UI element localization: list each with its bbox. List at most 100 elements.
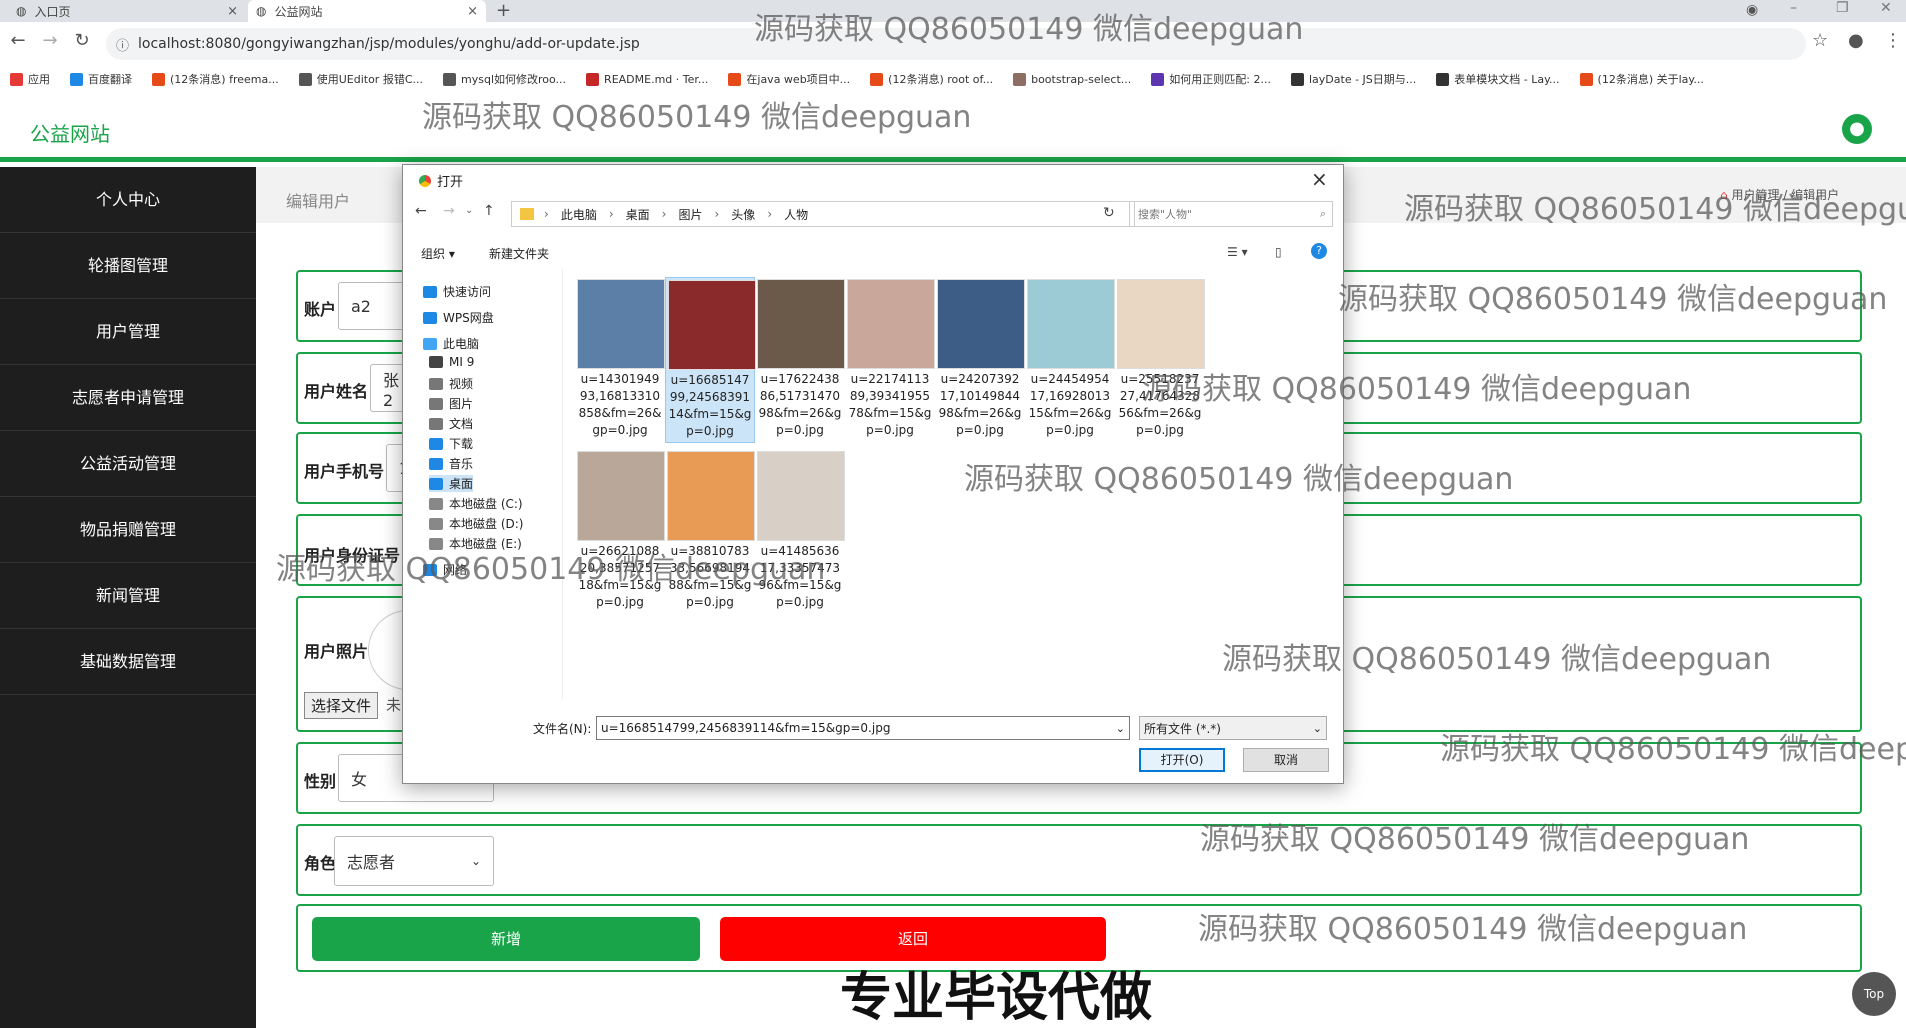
sidebar-item[interactable]: 轮播图管理 [0, 233, 256, 299]
path-breadcrumb[interactable]: › 此电脑 › 桌面 › 图片 › 头像 › 人物 [511, 201, 1135, 227]
nav-item[interactable]: 文档 [429, 415, 473, 432]
url-input[interactable]: ⓘ localhost:8080/gongyiwangzhan/jsp/modu… [106, 28, 1806, 60]
role-label: 角色 [304, 854, 337, 873]
bookmark-item[interactable]: 应用 [10, 71, 50, 87]
back-to-top-button[interactable]: Top [1852, 972, 1896, 1016]
close-tab-icon[interactable]: × [227, 4, 238, 19]
bookmark-item[interactable]: mysql如何修改roo... [443, 71, 566, 87]
nav-label: 文档 [449, 417, 474, 431]
file-item[interactable]: u=3881078333,5669819488&fm=15&gp=0.jpg [665, 449, 755, 613]
profile-menu-icon[interactable]: ◉ [1746, 2, 1758, 18]
user-avatar-icon[interactable]: ● [1842, 114, 1872, 144]
preview-pane-icon[interactable]: ▯ [1275, 245, 1282, 259]
minimize-icon[interactable]: – [1790, 0, 1797, 16]
bookmark-label: 使用UEditor 报错C... [316, 73, 423, 86]
bookmark-item[interactable]: (12条消息) freema... [152, 71, 279, 87]
dialog-close-icon[interactable]: × [1311, 167, 1328, 191]
view-options-icon[interactable]: ☰ ▾ [1227, 245, 1248, 259]
filename-input[interactable]: u=1668514799,2456839114&fm=15&gp=0.jpg ⌄ [596, 716, 1130, 740]
up-icon[interactable]: ↑ [483, 203, 495, 219]
file-item[interactable]: u=1668514799,2456839114&fm=15&gp=0.jpg [665, 277, 756, 443]
nav-item[interactable]: 本地磁盘 (E:) [429, 535, 522, 552]
forward-icon[interactable]: → [38, 30, 62, 51]
sidebar-item[interactable]: 基础数据管理 [0, 629, 256, 695]
close-tab-icon[interactable]: × [467, 4, 478, 19]
path-segment[interactable]: 桌面 [626, 206, 650, 223]
search-input[interactable]: 搜索"人物" ⌕ [1129, 201, 1333, 227]
cancel-button[interactable]: 取消 [1243, 748, 1329, 772]
back-icon[interactable]: ← [6, 30, 30, 51]
file-item[interactable]: u=2445495417,1692801315&fm=26&gp=0.jpg [1025, 277, 1115, 441]
new-tab-button[interactable]: + [496, 0, 511, 21]
file-grid: u=1430194993,16813310858&fm=26&gp=0.jpg u… [575, 277, 1335, 697]
nav-item[interactable]: 视频 [429, 375, 473, 392]
path-segment[interactable]: 人物 [784, 206, 808, 223]
add-button[interactable]: 新增 [312, 917, 700, 961]
bookmark-item[interactable]: 如何用正则匹配: 2... [1151, 71, 1271, 87]
reload-icon[interactable]: ↻ [70, 30, 94, 51]
sidebar-item[interactable]: 物品捐赠管理 [0, 497, 256, 563]
bookmark-item[interactable]: 在java web项目中... [728, 71, 850, 87]
browser-tab-site[interactable]: ◍ 公益网站 × [248, 0, 486, 22]
bookmark-item[interactable]: README.md · Ter... [586, 72, 708, 86]
refresh-icon[interactable]: ↻ [1103, 205, 1115, 221]
site-brand[interactable]: 公益网站 [30, 118, 110, 147]
window-close-icon[interactable]: ✕ [1880, 0, 1892, 16]
file-item[interactable]: u=2217411389,3934195578&fm=15&gp=0.jpg [845, 277, 935, 441]
path-segment[interactable]: 头像 [731, 206, 755, 223]
address-bar-row: ← → ↻ ⓘ localhost:8080/gongyiwangzhan/js… [0, 22, 1906, 70]
path-segment[interactable]: 图片 [678, 206, 702, 223]
path-segment[interactable]: 此电脑 [561, 206, 597, 223]
file-item[interactable]: u=2662108820,3857125718&fm=15&gp=0.jpg [575, 449, 665, 613]
bookmark-item[interactable]: 百度翻译 [70, 71, 132, 87]
nav-item[interactable]: 快速访问 [423, 283, 491, 300]
nav-item[interactable]: 图片 [429, 395, 473, 412]
file-item[interactable]: u=4148563617,3335747396&fm=15&gp=0.jpg [755, 449, 845, 613]
forward-icon[interactable]: → [443, 203, 455, 219]
file-item[interactable]: u=2420739217,1014984498&fm=26&gp=0.jpg [935, 277, 1025, 441]
account-input[interactable]: a2 [338, 282, 408, 330]
bookmark-icon [1013, 72, 1027, 86]
nav-item[interactable]: 网络 [423, 561, 467, 578]
bookmark-item[interactable]: layDate - JS日期与... [1290, 71, 1416, 87]
role-select[interactable]: 志愿者 ⌄ [334, 836, 494, 886]
home-icon[interactable]: ⌂ [1720, 188, 1728, 202]
sidebar-item[interactable]: 新闻管理 [0, 563, 256, 629]
sidebar-item[interactable]: 志愿者申请管理 [0, 365, 256, 431]
bookmark-item[interactable]: 表单模块文档 - Lay... [1436, 71, 1560, 87]
nav-item[interactable]: 下载 [429, 435, 473, 452]
nav-item[interactable]: 此电脑 [423, 335, 479, 352]
open-button[interactable]: 打开(O) [1139, 748, 1225, 772]
choose-file-button[interactable]: 选择文件 [304, 692, 379, 719]
help-icon[interactable]: ? [1311, 243, 1327, 259]
bookmark-item[interactable]: bootstrap-select... [1013, 72, 1131, 86]
bookmark-icon [1290, 72, 1304, 86]
nav-item[interactable]: 桌面 [429, 475, 474, 492]
bookmark-star-icon[interactable]: ☆ [1812, 30, 1828, 51]
bookmark-icon [70, 72, 83, 86]
back-icon[interactable]: ← [415, 203, 427, 219]
recent-dropdown-icon[interactable]: ⌄ [465, 205, 473, 216]
chevron-down-icon: ⌄ [1312, 721, 1322, 735]
nav-item[interactable]: 本地磁盘 (C:) [429, 495, 523, 512]
nav-item[interactable]: MI 9 [429, 355, 474, 369]
bookmark-item[interactable]: (12条消息) root of... [870, 71, 993, 87]
nav-item[interactable]: 本地磁盘 (D:) [429, 515, 523, 532]
file-item[interactable]: u=1762243886,5173147098&fm=26&gp=0.jpg [755, 277, 845, 441]
account-icon[interactable]: ● [1848, 30, 1864, 51]
file-item[interactable]: u=1430194993,16813310858&fm=26&gp=0.jpg [575, 277, 665, 441]
sidebar-item[interactable]: 用户管理 [0, 299, 256, 365]
sidebar-item[interactable]: 公益活动管理 [0, 431, 256, 497]
nav-item[interactable]: WPS网盘 [423, 309, 494, 326]
bookmark-item[interactable]: 使用UEditor 报错C... [298, 71, 423, 87]
browser-tab-entry[interactable]: ◍ 入口页 × [8, 0, 246, 22]
file-type-select[interactable]: 所有文件 (*.*) ⌄ [1139, 716, 1327, 740]
menu-icon[interactable]: ⋮ [1884, 30, 1902, 51]
nav-item[interactable]: 音乐 [429, 455, 473, 472]
restore-icon[interactable]: ❐ [1836, 0, 1849, 16]
new-folder-button[interactable]: 新建文件夹 [489, 245, 549, 262]
file-item[interactable]: u=2551823727,4176432856&fm=26&gp=0.jpg [1115, 277, 1205, 441]
organize-menu[interactable]: 组织 ▾ [421, 245, 455, 262]
sidebar-item[interactable]: 个人中心 [0, 167, 256, 233]
bookmark-item[interactable]: (12条消息) 关于lay... [1579, 71, 1704, 87]
